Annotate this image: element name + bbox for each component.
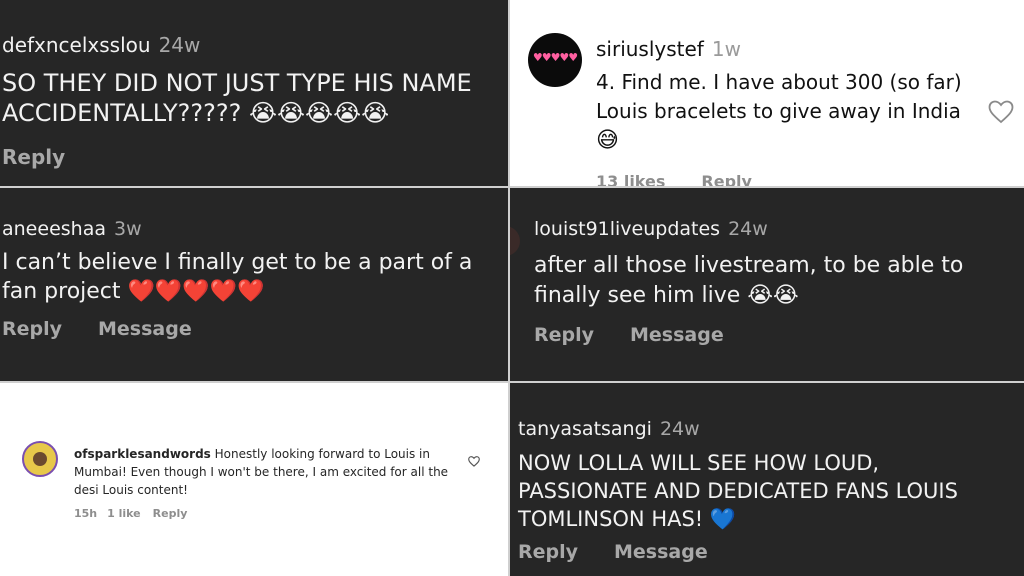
grinning-sweat-emoji: 😅 bbox=[596, 128, 619, 153]
comment-body: NOW LOLLA WILL SEE HOW LOUD, PASSIONATE … bbox=[518, 451, 958, 531]
comment-text: NOW LOLLA WILL SEE HOW LOUD, PASSIONATE … bbox=[518, 449, 1013, 533]
comment-panel-6: tanyasatsangi 24w NOW LOLLA WILL SEE HOW … bbox=[510, 383, 1024, 576]
comment-age: 3w bbox=[113, 218, 142, 240]
reply-button[interactable]: Reply bbox=[153, 507, 188, 520]
comment-actions: Reply Message bbox=[518, 541, 744, 563]
comment-text: after all those livestream, to be able t… bbox=[534, 251, 1014, 311]
crying-face-emojis: 😭😭 bbox=[747, 283, 799, 308]
comment-actions: 13 likes Reply bbox=[596, 172, 788, 186]
like-heart-icon[interactable] bbox=[988, 100, 1014, 128]
comment-actions: Reply Message bbox=[2, 318, 228, 340]
reply-button[interactable]: Reply bbox=[2, 145, 65, 169]
avatar[interactable] bbox=[22, 441, 58, 477]
comment-text: 4. Find me. I have about 300 (so far) Lo… bbox=[596, 68, 981, 155]
comment-text: ofsparklesandwords Honestly looking forw… bbox=[74, 445, 454, 499]
reply-button[interactable]: Reply bbox=[2, 318, 62, 340]
comment-panel-1: defxncelxsslou 24w SO THEY DID NOT JUST T… bbox=[0, 0, 508, 186]
comment-text: I can’t believe I finally get to be a pa… bbox=[2, 248, 497, 306]
likes-count[interactable]: 1 like bbox=[107, 507, 141, 520]
username[interactable]: louist91liveupdates bbox=[534, 218, 720, 240]
message-button[interactable]: Message bbox=[98, 318, 192, 340]
comment-panel-4: louist91liveupdates 24w after all those l… bbox=[510, 188, 1024, 381]
username[interactable]: aneeeshaa bbox=[2, 218, 106, 240]
comment-actions: 15h 1 like Reply bbox=[74, 507, 187, 520]
comment-actions: Reply bbox=[2, 145, 101, 169]
comment-age: 15h bbox=[74, 507, 98, 520]
like-heart-icon[interactable] bbox=[468, 452, 480, 471]
comment-header: aneeeshaa 3w bbox=[2, 218, 142, 240]
avatar[interactable]: ♥♥♥♥♥ bbox=[528, 33, 582, 87]
comment-age: 24w bbox=[728, 218, 768, 240]
username[interactable]: defxncelxsslou bbox=[2, 33, 151, 57]
collage-divider bbox=[508, 0, 510, 576]
comment-panel-3: aneeeshaa 3w I can’t believe I finally ge… bbox=[0, 188, 508, 381]
avatar-edge bbox=[510, 226, 520, 256]
comment-age: 24w bbox=[158, 33, 201, 57]
message-button[interactable]: Message bbox=[630, 324, 724, 346]
crying-face-emojis: 😭😭😭😭😭 bbox=[248, 99, 390, 127]
comment-actions: Reply Message bbox=[534, 324, 760, 346]
comment-body: 4. Find me. I have about 300 (so far) Lo… bbox=[596, 70, 962, 123]
heart-row-icon: ♥♥♥♥♥ bbox=[532, 51, 578, 64]
comment-header: defxncelxsslou 24w bbox=[2, 33, 200, 57]
collage-divider bbox=[0, 381, 1024, 383]
username[interactable]: ofsparklesandwords bbox=[74, 447, 211, 461]
likes-count[interactable]: 13 likes bbox=[596, 172, 665, 186]
reply-button[interactable]: Reply bbox=[534, 324, 594, 346]
blue-heart-emoji: 💙 bbox=[709, 507, 737, 531]
comment-header: louist91liveupdates 24w bbox=[534, 218, 768, 240]
comment-age: 1w bbox=[711, 37, 741, 61]
username[interactable]: tanyasatsangi bbox=[518, 418, 652, 440]
message-button[interactable]: Message bbox=[614, 541, 708, 563]
comment-text: SO THEY DID NOT JUST TYPE HIS NAME ACCID… bbox=[2, 68, 507, 128]
reply-button[interactable]: Reply bbox=[518, 541, 578, 563]
profile-figure-icon bbox=[33, 452, 47, 466]
comment-age: 24w bbox=[659, 418, 700, 440]
comment-header: tanyasatsangi 24w bbox=[518, 418, 700, 440]
collage-divider bbox=[0, 186, 1024, 188]
comment-header: siriuslystef 1w bbox=[596, 37, 741, 61]
red-heart-emojis: ❤️❤️❤️❤️❤️ bbox=[127, 279, 265, 304]
username[interactable]: siriuslystef bbox=[596, 37, 704, 61]
reply-button[interactable]: Reply bbox=[701, 172, 752, 186]
comment-panel-2: ♥♥♥♥♥ siriuslystef 1w 4. Find me. I have … bbox=[508, 0, 1024, 186]
comment-body: SO THEY DID NOT JUST TYPE HIS NAME ACCID… bbox=[2, 69, 472, 127]
comment-panel-5: ofsparklesandwords Honestly looking forw… bbox=[0, 383, 508, 576]
